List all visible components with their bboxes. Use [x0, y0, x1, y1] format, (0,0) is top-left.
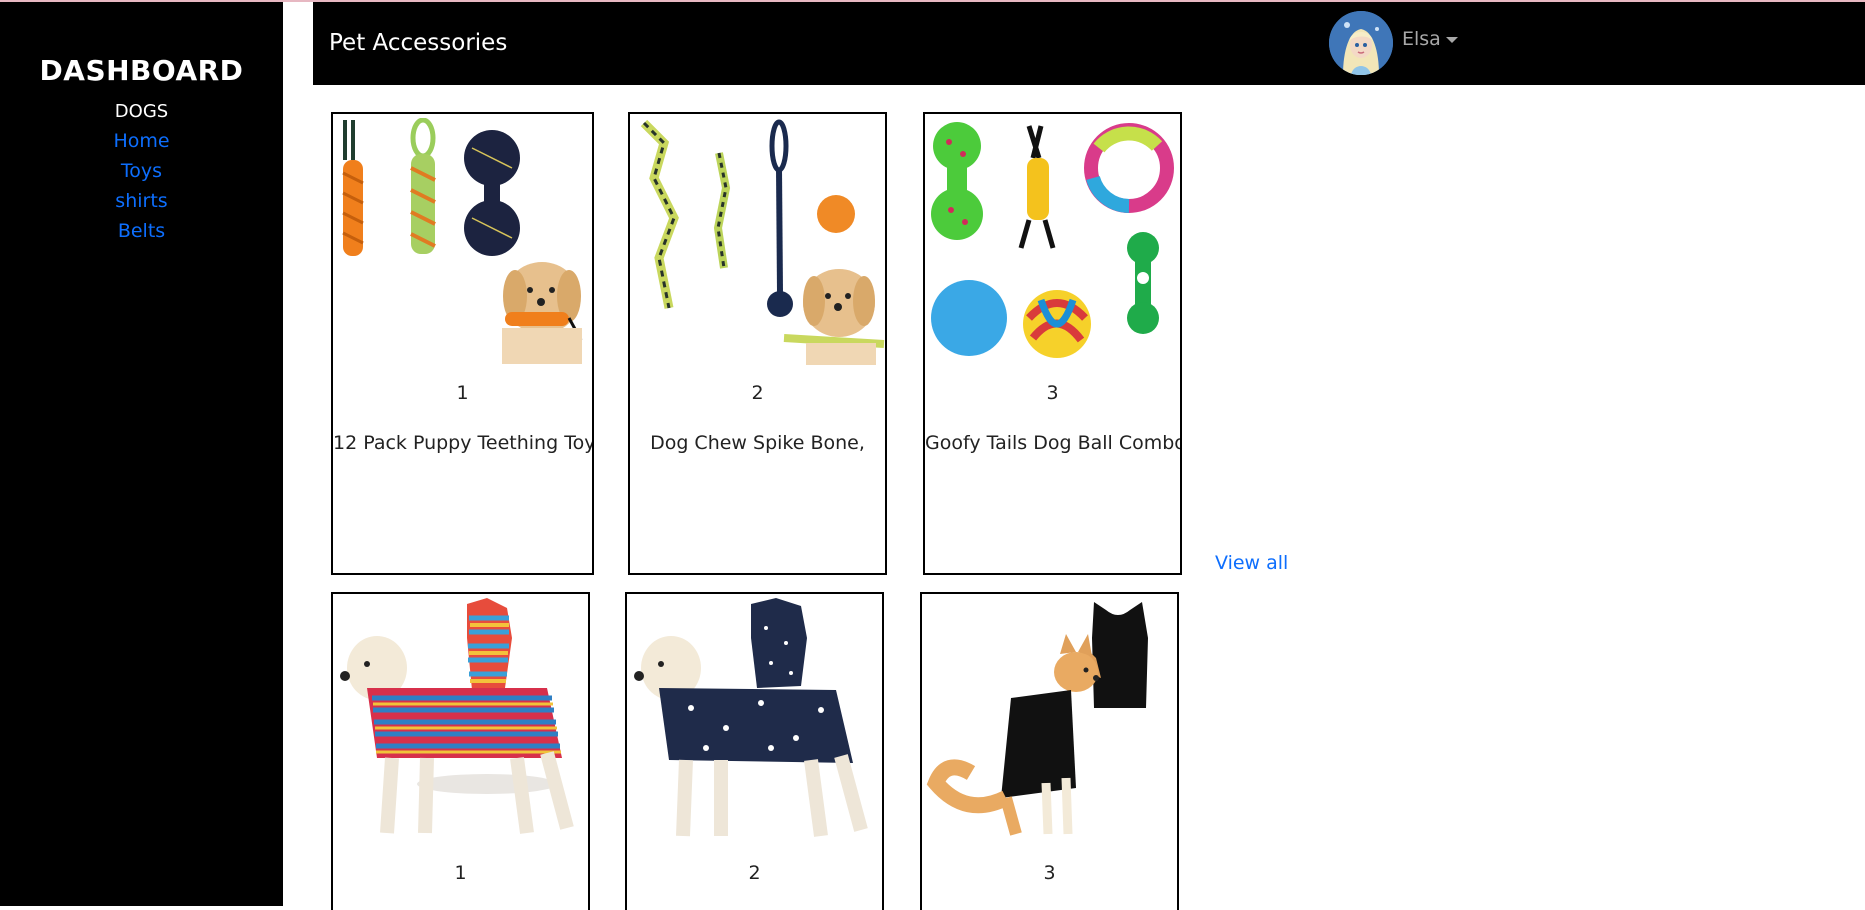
sidebar-item-belts[interactable]: Belts [0, 216, 283, 246]
avatar-portrait-icon [1329, 11, 1393, 75]
product-number: 2 [751, 382, 764, 404]
product-image-black-vest [926, 602, 1148, 836]
product-number: 3 [1046, 382, 1059, 404]
product-card-toy-1[interactable]: 1 12 Pack Puppy Teething Toys [331, 112, 594, 575]
product-image-rope-toys [342, 118, 583, 364]
view-all-link[interactable]: View all [1215, 552, 1288, 574]
product-name: 12 Pack Puppy Teething Toys [333, 432, 594, 454]
product-card-shirt-3[interactable]: 3 [920, 592, 1179, 910]
product-name: Goofy Tails Dog Ball Combo [925, 432, 1182, 454]
user-menu[interactable]: Elsa [1402, 28, 1458, 50]
sidebar: DASHBOARD DOGS Home Toys shirts Belts [0, 2, 283, 906]
sidebar-nav: Home Toys shirts Belts [0, 126, 283, 246]
product-card-toy-2[interactable]: 2 Dog Chew Spike Bone, [628, 112, 887, 575]
product-image-striped-shirt [340, 598, 574, 834]
user-avatar[interactable] [1329, 11, 1393, 75]
product-number: 3 [1043, 862, 1056, 884]
product-number: 1 [454, 862, 467, 884]
product-name: Dog Chew Spike Bone, [650, 432, 865, 454]
sidebar-item-shirts[interactable]: shirts [0, 186, 283, 216]
product-card-toy-3[interactable]: 3 Goofy Tails Dog Ball Combo [923, 112, 1182, 575]
product-image-rope-chews [640, 119, 885, 365]
sidebar-item-toys[interactable]: Toys [0, 156, 283, 186]
product-number: 1 [456, 382, 469, 404]
product-card-shirt-2[interactable]: 2 [625, 592, 884, 910]
top-navbar: Pet Accessories Elsa [313, 2, 1865, 85]
product-card-shirt-1[interactable]: 1 [331, 592, 590, 910]
product-image-ball-combo [931, 122, 1174, 358]
user-name: Elsa [1402, 28, 1441, 50]
sidebar-brand: DASHBOARD [39, 54, 244, 87]
product-number: 2 [748, 862, 761, 884]
sidebar-item-home[interactable]: Home [0, 126, 283, 156]
page-title: Pet Accessories [329, 30, 508, 56]
sidebar-section-dogs: DOGS [114, 101, 169, 122]
product-image-polka-shirt [634, 598, 868, 837]
caret-down-icon [1445, 36, 1458, 43]
